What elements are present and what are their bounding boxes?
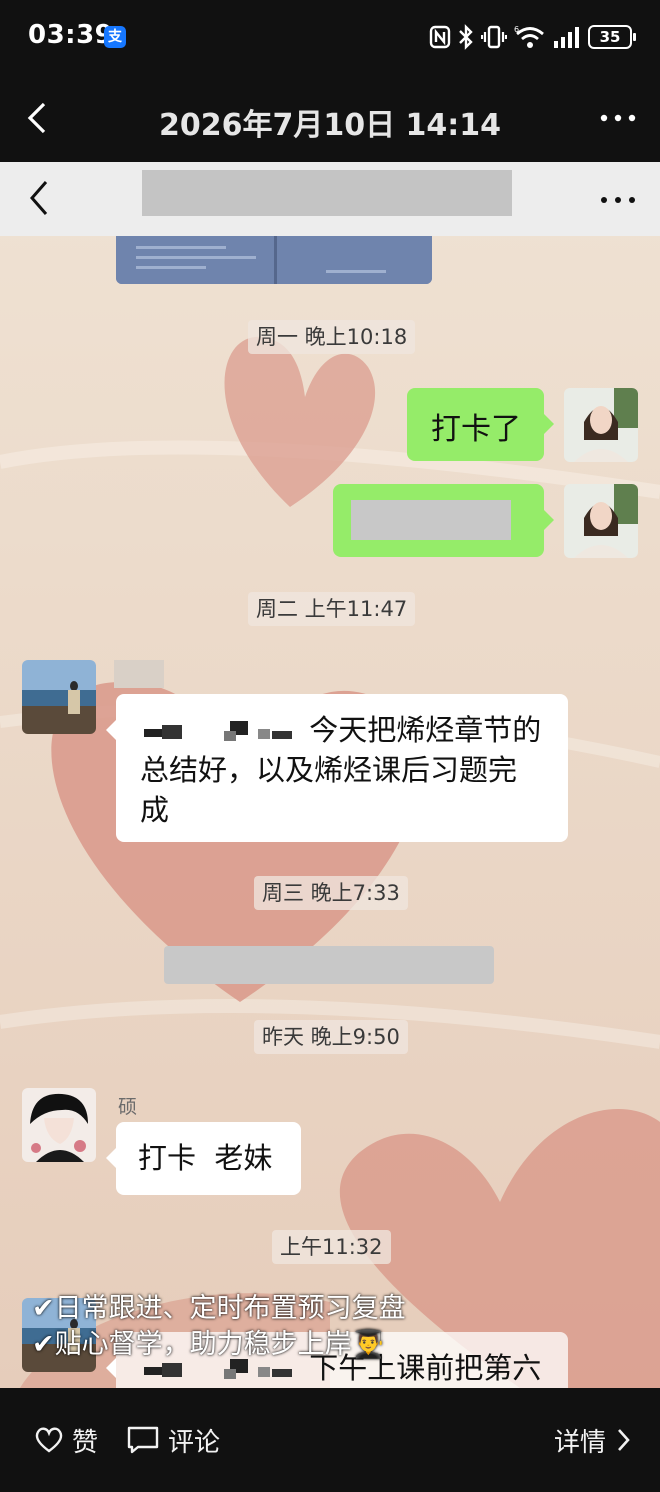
comment-button[interactable]: 评论	[126, 1424, 221, 1458]
comment-icon	[127, 1426, 159, 1454]
bluetooth-icon	[459, 24, 473, 50]
sender-name: 硕	[118, 1096, 138, 1118]
chevron-left-icon[interactable]	[26, 176, 56, 220]
received-message-checkin[interactable]: 打卡 老妹	[106, 1122, 301, 1195]
top-bar: 2026年7月10日 14:14	[0, 76, 660, 162]
details-label: 详情	[553, 1427, 606, 1458]
status-time: 03:39	[28, 20, 114, 50]
avatar-teacher[interactable]	[22, 660, 96, 734]
nfc-icon	[429, 25, 451, 49]
like-label: 赞	[72, 1427, 99, 1458]
details-button[interactable]: 详情	[553, 1424, 632, 1458]
chat-title-redacted	[142, 170, 512, 216]
vibrate-icon	[481, 25, 507, 49]
like-button[interactable]: 赞	[34, 1424, 99, 1458]
timestamp-wednesday: 周三 晚上7:33	[254, 876, 408, 910]
message-line-2: 总结好，以及烯烃课后习题完	[140, 753, 518, 787]
wifi-icon: 6	[514, 25, 544, 48]
avatar-portrait	[564, 484, 638, 558]
shared-document-photo[interactable]	[116, 236, 432, 284]
status-icons: 6 35	[429, 22, 636, 52]
avatar-self[interactable]	[564, 484, 638, 558]
sender-name-redacted	[114, 660, 164, 688]
avatar-portrait	[564, 388, 638, 462]
message-text: 打卡 老妹	[138, 1141, 273, 1175]
timestamp-yesterday: 昨天 晚上9:50	[254, 1020, 408, 1054]
document-photo-content	[116, 236, 432, 284]
redacted-text	[351, 500, 511, 540]
avatar-self[interactable]	[564, 388, 638, 462]
received-message-assignment[interactable]: 今天把烯烃章节的 总结好，以及烯烃课后习题完 成	[106, 694, 568, 842]
sent-message-checkin[interactable]: 打卡了	[407, 388, 554, 461]
avatar-anime	[22, 1088, 96, 1162]
chat-header	[0, 162, 660, 236]
message-line-3: 成	[140, 793, 170, 827]
post-date-title: 2026年7月10日 14:14	[158, 108, 502, 143]
svg-text:6: 6	[514, 25, 519, 34]
sent-message-redacted[interactable]	[333, 484, 554, 557]
chevron-right-icon	[618, 1429, 630, 1451]
avatar-student[interactable]	[22, 1088, 96, 1162]
chat-screenshot: 周一 晚上10:18 打卡了 周二 上午11:47 今天把烯烃章节的 总结好，以…	[0, 162, 660, 1388]
timestamp-today: 上午11:32	[272, 1230, 391, 1264]
caption-line-2: ✔贴心督学，助力稳步上岸👨‍🎓	[32, 1329, 386, 1360]
comment-label: 评论	[168, 1427, 221, 1458]
battery-icon: 35	[588, 25, 636, 49]
alipay-notification-icon: 支	[104, 26, 126, 48]
message-text: 今天把烯烃章节的	[309, 713, 542, 747]
heart-icon	[35, 1427, 63, 1453]
avatar-seaside-photo	[22, 660, 96, 734]
signal-icon	[554, 27, 579, 48]
bottom-action-bar: 赞 评论 详情	[0, 1388, 660, 1492]
more-icon[interactable]	[598, 180, 638, 220]
redacted-mosaic	[144, 721, 292, 741]
status-bar: 03:39 支 6 35	[0, 0, 660, 76]
caption-line-1: ✔日常跟进、定时布置预习复盘	[32, 1293, 406, 1324]
more-icon[interactable]	[598, 98, 638, 138]
message-text: 打卡了	[431, 412, 521, 447]
system-message-redacted	[164, 946, 494, 984]
timestamp-tuesday: 周二 上午11:47	[248, 592, 416, 626]
message-line-1: 今天把烯烃章节的	[140, 710, 541, 750]
timestamp-monday: 周一 晚上10:18	[248, 320, 416, 354]
